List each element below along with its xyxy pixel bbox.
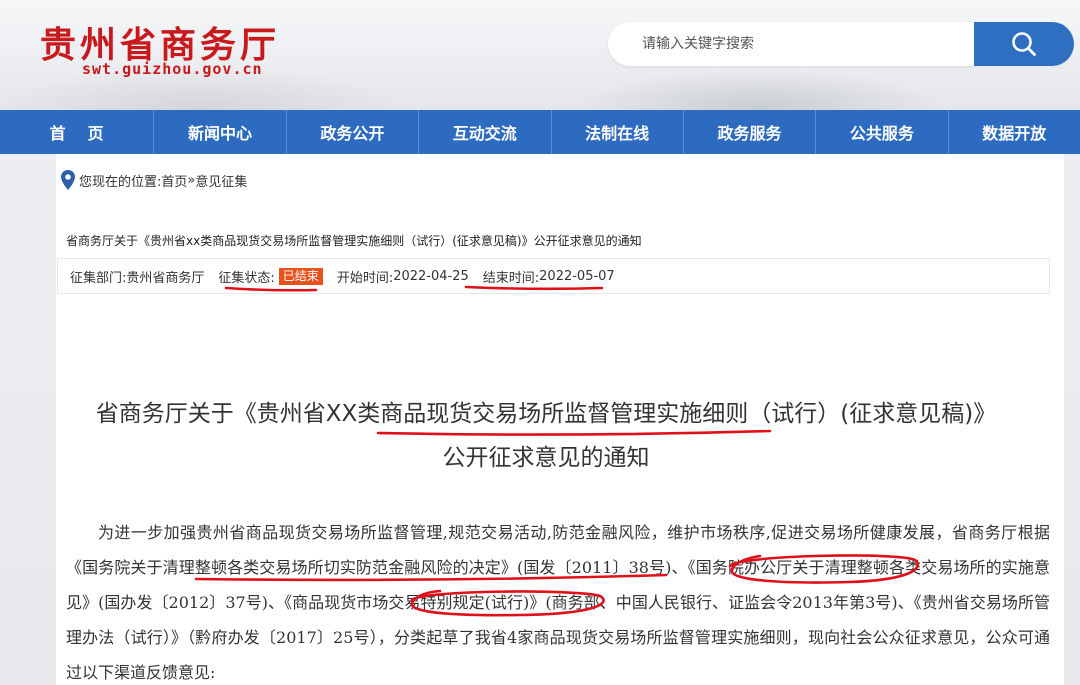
nav-item-gov-services[interactable]: 政务服务 bbox=[684, 110, 817, 154]
site-domain: swt.guizhou.gov.cn bbox=[82, 60, 263, 78]
nav-item-gov-affairs[interactable]: 政务公开 bbox=[287, 110, 420, 154]
breadcrumb-prefix: 您现在的位置: bbox=[79, 174, 162, 190]
document-title-line1: 省商务厅关于《贵州省XX类商品现货交易场所监督管理实施细则（试行）(征求意见稿)… bbox=[95, 401, 997, 427]
document-body-paragraph: 为进一步加强贵州省商品现货交易场所监督管理,规范交易活动,防范金融风险，维护市场… bbox=[66, 523, 1050, 682]
end-date-info: 结束时间: 2022-05-07 bbox=[483, 267, 615, 286]
start-date-info: 开始时间: 2022-04-25 bbox=[337, 267, 469, 286]
breadcrumb-separator: » bbox=[187, 172, 196, 188]
nav-item-legal[interactable]: 法制在线 bbox=[552, 110, 684, 154]
main-nav: 首页 新闻中心 政务公开 互动交流 法制在线 政务服务 公共服务 数据开放 bbox=[0, 110, 1080, 154]
document-title: 省商务厅关于《贵州省XX类商品现货交易场所监督管理实施细则（试行）(征求意见稿)… bbox=[56, 392, 1036, 480]
nav-item-open-data[interactable]: 数据开放 bbox=[949, 110, 1080, 154]
search-box bbox=[608, 22, 974, 66]
status-info: 征集状态: 已结束 bbox=[218, 267, 323, 286]
breadcrumb: 您现在的位置: 首页 » 意见征集 bbox=[61, 170, 247, 190]
nav-item-news[interactable]: 新闻中心 bbox=[154, 110, 287, 154]
status-badge: 已结束 bbox=[278, 267, 323, 285]
search-input[interactable] bbox=[608, 22, 974, 66]
department-label: 征集部门: bbox=[70, 270, 127, 286]
site-header: 贵州省商务厅 swt.guizhou.gov.cn bbox=[0, 0, 1080, 110]
end-date-value: 2022-05-07 bbox=[539, 268, 615, 284]
content-panel: 您现在的位置: 首页 » 意见征集 省商务厅关于《贵州省xx类商品现货交易场所监… bbox=[56, 154, 1064, 685]
status-label: 征集状态: bbox=[218, 270, 275, 286]
end-date-label: 结束时间: bbox=[482, 270, 540, 286]
notice-reference-title: 省商务厅关于《贵州省xx类商品现货交易场所监督管理实施细则（试行）(征求意见稿)… bbox=[66, 234, 642, 248]
start-date-label: 开始时间: bbox=[336, 270, 394, 286]
breadcrumb-current[interactable]: 意见征集 bbox=[195, 171, 247, 190]
breadcrumb-home-link[interactable]: 首页 bbox=[161, 171, 187, 190]
search-button[interactable] bbox=[974, 22, 1074, 66]
nav-item-home[interactable]: 首页 bbox=[0, 110, 155, 154]
nav-item-public-services[interactable]: 公共服务 bbox=[816, 110, 949, 154]
nav-item-interaction[interactable]: 互动交流 bbox=[419, 110, 552, 154]
department-info: 征集部门: 贵州省商务厅 bbox=[70, 267, 204, 286]
search-icon bbox=[1012, 32, 1036, 56]
start-date-value: 2022-04-25 bbox=[393, 268, 469, 284]
document-title-line2: 公开征求意见的通知 bbox=[442, 445, 650, 471]
location-pin-icon bbox=[61, 170, 75, 190]
department-value: 贵州省商务厅 bbox=[126, 270, 205, 286]
notice-meta-bar: 征集部门: 贵州省商务厅 征集状态: 已结束 开始时间: 2022-04-25 … bbox=[57, 258, 1050, 294]
